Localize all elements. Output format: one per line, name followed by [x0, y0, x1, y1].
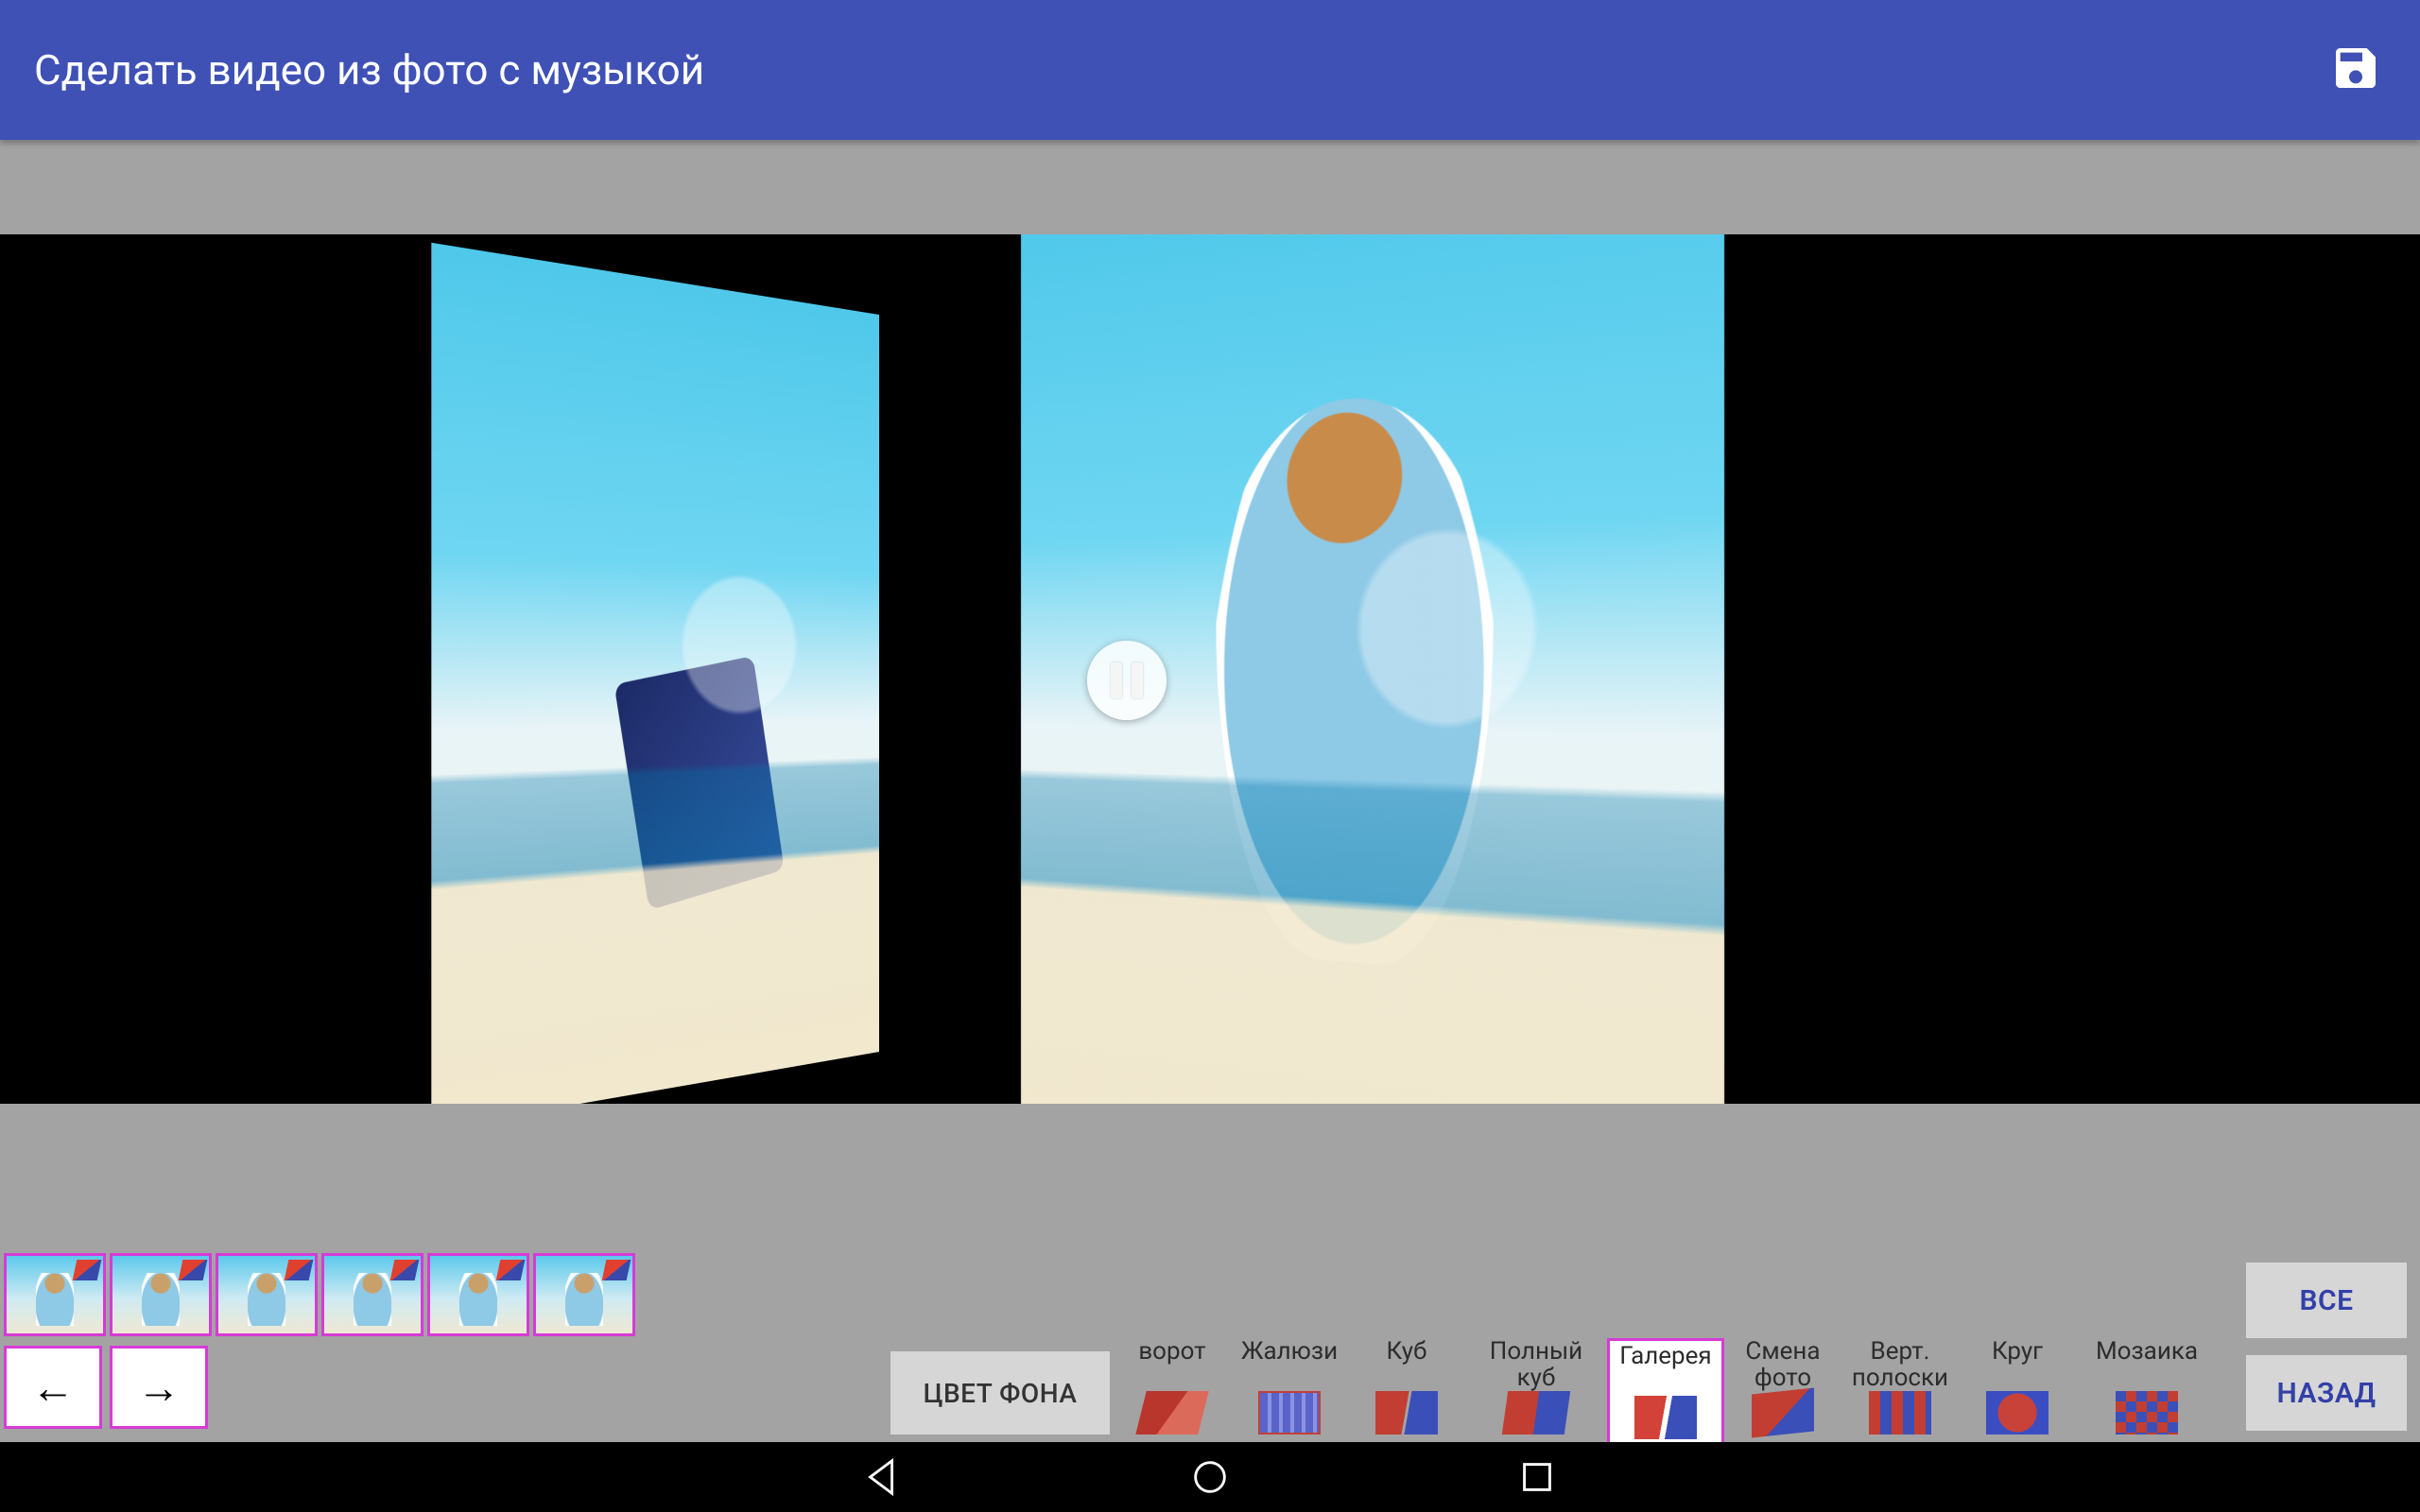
thumbnail[interactable]: [321, 1253, 424, 1336]
effect-icon: [1752, 1388, 1814, 1438]
effect-blinds[interactable]: Жалюзи: [1231, 1338, 1348, 1435]
thumbnail[interactable]: [110, 1253, 212, 1336]
spacer: [0, 140, 2420, 234]
effect-icon: [1869, 1391, 1931, 1435]
effect-fullcube[interactable]: Полный куб: [1465, 1338, 1607, 1435]
background-color-button[interactable]: ЦВЕТ ФОНА: [890, 1351, 1110, 1435]
effect-label: ворот: [1138, 1338, 1205, 1391]
effect-icon: [1375, 1391, 1438, 1435]
effect-circle[interactable]: Круг: [1959, 1338, 2076, 1435]
slide-preview-left: [431, 243, 879, 1104]
nav-back-icon[interactable]: [861, 1455, 905, 1499]
save-button[interactable]: [2329, 42, 2382, 98]
app-title: Сделать видео из фото с музыкой: [34, 45, 704, 94]
effect-icon: [1634, 1396, 1697, 1439]
side-actions: ВСЕ НАЗАД: [2246, 1263, 2407, 1431]
effect-vstripes[interactable]: Верт. полоски: [1841, 1338, 1959, 1435]
thumbnail[interactable]: [533, 1253, 635, 1336]
all-button[interactable]: ВСЕ: [2246, 1263, 2407, 1338]
effects-strip: ворот Жалюзи Куб Полный куб Галерея Смена фот…: [1114, 1338, 2218, 1442]
thumbnail[interactable]: [216, 1253, 318, 1336]
arrow-controls: ← →: [4, 1346, 208, 1429]
effect-cube[interactable]: Куб: [1348, 1338, 1465, 1435]
effect-icon: [1986, 1391, 2048, 1435]
prev-button[interactable]: ←: [4, 1346, 102, 1429]
thumbnail[interactable]: [427, 1253, 529, 1336]
thumbnail[interactable]: [4, 1253, 106, 1336]
next-button[interactable]: →: [110, 1346, 208, 1429]
effect-mosaic[interactable]: Мозаика: [2076, 1338, 2218, 1435]
android-nav-bar: [0, 1442, 2420, 1512]
effect-rotate[interactable]: ворот: [1114, 1338, 1231, 1435]
thumbnail-strip: [4, 1253, 635, 1336]
app-bar: Сделать видео из фото с музыкой: [0, 0, 2420, 140]
bottom-panel: ← → ЦВЕТ ФОНА ворот Жалюзи Куб Полный куб Га…: [0, 1104, 2420, 1442]
effect-label: Полный куб: [1490, 1338, 1582, 1391]
effect-label: Верт. полоски: [1852, 1338, 1948, 1391]
effect-icon: [2116, 1391, 2178, 1435]
effect-icon: [1135, 1391, 1208, 1435]
preview-stage[interactable]: [0, 234, 2420, 1104]
effect-label: Галерея: [1619, 1343, 1711, 1396]
nav-recent-icon[interactable]: [1515, 1455, 1559, 1499]
save-icon: [2329, 42, 2382, 94]
nav-home-icon[interactable]: [1188, 1455, 1232, 1499]
effect-change[interactable]: Смена фото: [1724, 1338, 1841, 1435]
effect-label: Смена фото: [1745, 1338, 1820, 1391]
back-button[interactable]: НАЗАД: [2246, 1355, 2407, 1431]
effect-label: Круг: [1992, 1338, 2043, 1391]
effect-label: Куб: [1387, 1338, 1427, 1391]
effect-icon: [1258, 1391, 1321, 1435]
effect-icon: [1502, 1391, 1570, 1435]
effect-label: Жалюзи: [1241, 1338, 1338, 1391]
effect-label: Мозаика: [2096, 1338, 2198, 1391]
effect-gallery[interactable]: Галерея: [1607, 1338, 1724, 1446]
pause-button[interactable]: [1087, 641, 1167, 720]
